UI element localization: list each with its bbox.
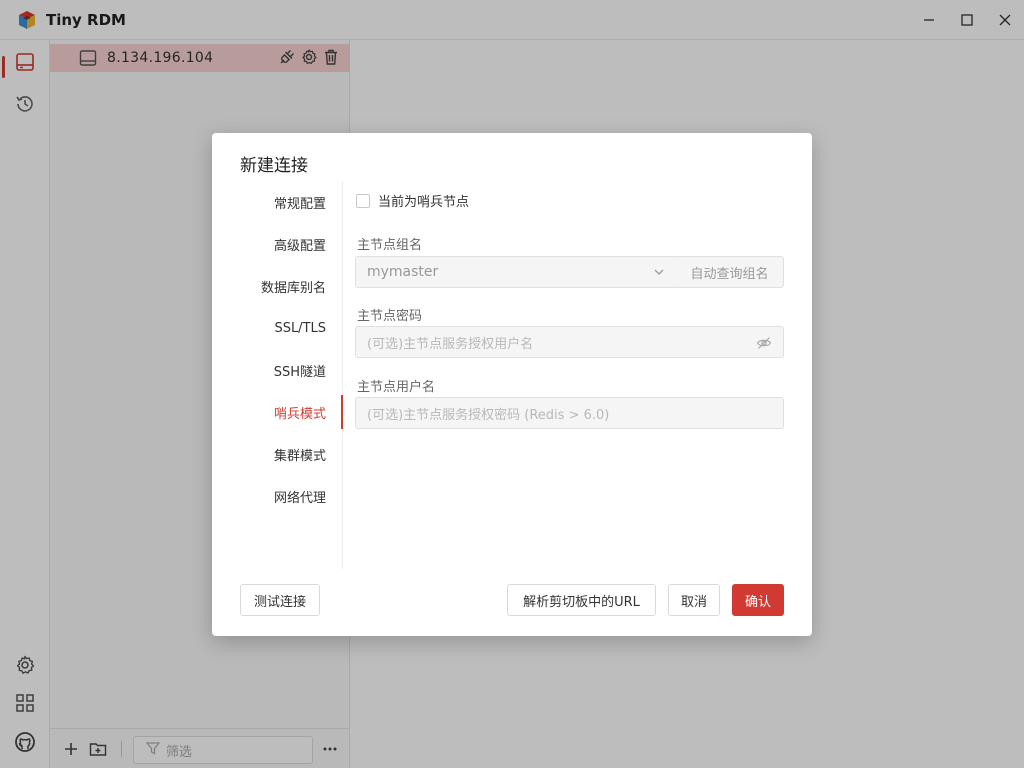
- master-name-select[interactable]: mymaster: [355, 256, 677, 288]
- chevron-down-icon: [652, 265, 666, 279]
- cancel-button[interactable]: 取消: [668, 584, 720, 616]
- test-connection-button[interactable]: 测试连接: [240, 584, 320, 616]
- confirm-button[interactable]: 确认: [732, 584, 784, 616]
- sentinel-checkbox[interactable]: [356, 193, 370, 208]
- master-username-label: 主节点用户名: [357, 380, 436, 395]
- dialog-tab-list: 常规配置 高级配置 数据库别名 SSL/TLS SSH隧道 哨兵模式 集群模式 …: [212, 181, 343, 569]
- tab-sentinel[interactable]: 哨兵模式: [274, 391, 326, 433]
- active-tab-indicator: [341, 395, 343, 429]
- dialog-title: 新建连接: [240, 156, 308, 176]
- new-connection-dialog: 新建连接 常规配置 高级配置 数据库别名 SSL/TLS SSH隧道 哨兵模式 …: [212, 133, 812, 636]
- master-password-field[interactable]: (可选)主节点服务授权用户名: [355, 326, 784, 358]
- master-username-placeholder: (可选)主节点服务授权密码 (Redis > 6.0): [367, 407, 610, 423]
- tab-proxy[interactable]: 网络代理: [274, 475, 326, 517]
- tab-db-alias[interactable]: 数据库别名: [261, 265, 326, 307]
- master-password-label: 主节点密码: [357, 309, 423, 324]
- tab-cluster[interactable]: 集群模式: [274, 433, 326, 475]
- tab-ssl-tls[interactable]: SSL/TLS: [274, 307, 326, 349]
- master-username-field[interactable]: (可选)主节点服务授权密码 (Redis > 6.0): [355, 397, 784, 429]
- tab-ssh-tunnel[interactable]: SSH隧道: [274, 349, 326, 391]
- parse-url-button[interactable]: 解析剪切板中的URL: [507, 584, 656, 616]
- dialog-footer: 测试连接 解析剪切板中的URL 取消 确认: [240, 584, 784, 616]
- master-name-value: mymaster: [367, 264, 439, 280]
- sentinel-checkbox-row[interactable]: 当前为哨兵节点: [356, 191, 469, 210]
- master-name-label: 主节点组名: [357, 238, 423, 253]
- eye-off-icon[interactable]: [756, 335, 772, 351]
- tab-general[interactable]: 常规配置: [274, 181, 326, 223]
- sentinel-checkbox-label: 当前为哨兵节点: [378, 195, 470, 210]
- auto-query-button[interactable]: 自动查询组名: [676, 256, 784, 288]
- master-password-placeholder: (可选)主节点服务授权用户名: [367, 336, 534, 352]
- tab-advanced[interactable]: 高级配置: [274, 223, 326, 265]
